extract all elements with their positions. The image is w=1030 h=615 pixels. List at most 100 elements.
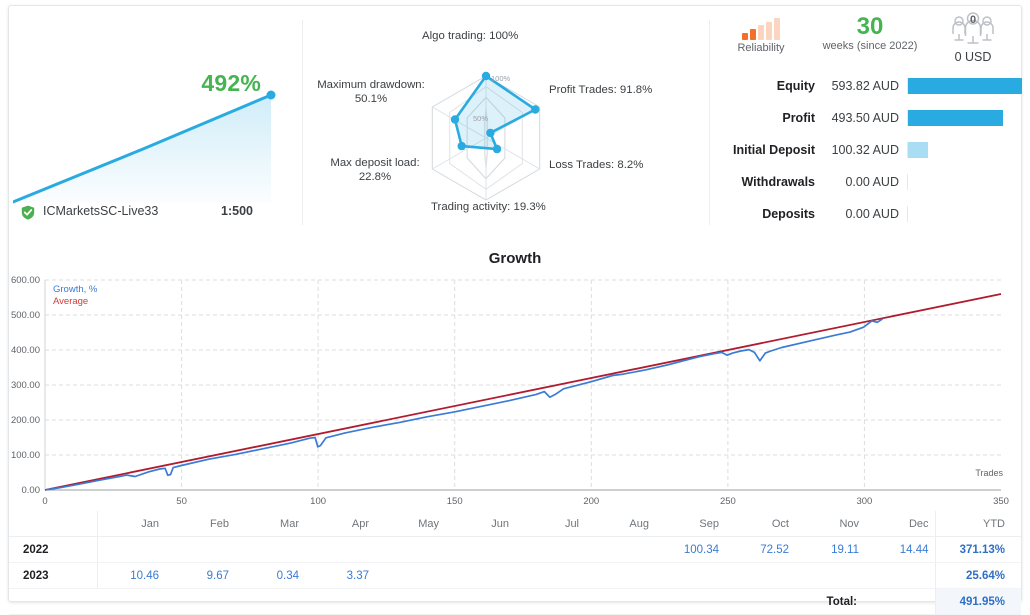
col-header-jan: Jan [97,511,165,537]
radar-ring-outer-label: 100% [491,74,511,83]
cell-apr [305,537,375,563]
total-value: 491.95% [935,589,1021,615]
balance-stats-list: Equity 593.82 AUD Profit 493.50 AUD Init… [711,78,1021,238]
col-header-jun: Jun [445,511,515,537]
chart-legend: Growth, % Average [53,284,97,308]
cell-jul [515,537,585,563]
broker-name: ICMarketsSC-Live33 [43,204,158,218]
col-header-year [9,511,97,537]
stat-row-profit: Profit 493.50 AUD [711,110,1021,126]
stat-bar-track [907,174,1022,190]
growth-chart-svg: 600.00 500.00 400.00 300.00 200.00 100.0… [9,272,1021,504]
stat-bar-fill [908,78,1022,94]
x-tick-350: 350 [993,496,1009,504]
mini-growth-percent: 492% [201,70,261,97]
stat-bar-fill [908,142,928,158]
cell-nov [795,563,865,589]
reliability-label: Reliability [721,42,801,54]
cell-dec: 14.44 [865,537,935,563]
cell-jun [445,563,515,589]
stat-value: 593.82 AUD [821,79,899,93]
radar-label-algo-trading: Algo trading: 100% [422,29,518,43]
y-tick-500: 500.00 [11,310,40,321]
stat-bar-track [907,110,1022,126]
weeks-value: 30 [805,14,935,40]
col-header-dec: Dec [865,511,935,537]
growth-chart-title: Growth [9,250,1021,267]
divider-1 [302,20,303,225]
monthly-returns-table: Jan Feb Mar Apr May Jun Jul Aug Sep Oct … [9,511,1021,615]
y-tick-300: 300.00 [11,380,40,391]
legend-entry-growth: Growth, % [53,284,97,296]
cell-feb [165,537,235,563]
stat-label: Initial Deposit [711,143,815,157]
cell-jan: 10.46 [97,563,165,589]
col-header-jul: Jul [515,511,585,537]
cell-ytd: 25.64% [935,563,1021,589]
growth-chart[interactable]: 600.00 500.00 400.00 300.00 200.00 100.0… [9,272,1021,504]
cell-jan [97,537,165,563]
table-total-row: Total: 491.95% [9,589,1021,615]
row-year: 2023 [9,563,97,589]
y-tick-0: 0.00 [22,485,41,496]
stat-value: 493.50 AUD [821,111,899,125]
stat-label: Deposits [711,207,815,221]
stat-row-withdrawals: Withdrawals 0.00 AUD [711,174,1021,190]
radar-ring-mid-label: 50% [473,114,488,123]
legend-entry-average: Average [53,296,97,308]
x-tick-0: 0 [42,496,47,504]
cell-aug [585,563,655,589]
stat-value: 0.00 AUD [821,175,899,189]
stat-bar-track [907,78,1022,94]
stat-bar-track [907,142,1022,158]
cell-aug [585,537,655,563]
weeks-label: weeks (since 2022) [805,40,935,52]
reliability-indicator: Reliability [721,18,801,54]
cell-jul [515,563,585,589]
age-indicator: 30 weeks (since 2022) [805,14,935,52]
shield-check-icon [21,205,35,225]
performance-radar-chart: 100% 50% Algo trading: 100% Profit Trade… [309,8,709,236]
radar-label-max-deposit-load-line1: Max deposit load: [330,157,419,169]
kpi-row: Reliability 30 weeks (since 2022) [711,12,1021,70]
col-header-sep: Sep [655,511,725,537]
total-spacer [865,589,935,615]
mini-growth-sparkline [13,12,295,212]
x-tick-300: 300 [856,496,872,504]
stat-row-initial-deposit: Initial Deposit 100.32 AUD [711,142,1021,158]
y-tick-600: 600.00 [11,275,40,286]
cell-oct: 72.52 [725,537,795,563]
stat-row-deposits: Deposits 0.00 AUD [711,206,1021,222]
signal-dashboard: 492% ICMarketsSC-Live33 1:500 [0,0,1030,615]
table-header-row: Jan Feb Mar Apr May Jun Jul Aug Sep Oct … [9,511,1021,537]
radar-label-maximum-drawdown: Maximum drawdown: 50.1% [313,78,429,106]
radar-label-max-deposit-load-line2: 22.8% [359,171,391,183]
y-tick-200: 200.00 [11,415,40,426]
radar-label-maximum-drawdown-line1: Maximum drawdown: [317,79,425,91]
cell-ytd: 371.13% [935,537,1021,563]
cell-sep: 100.34 [655,537,725,563]
x-tick-150: 150 [447,496,463,504]
stat-label: Profit [711,111,815,125]
radar-label-max-deposit-load: Max deposit load: 22.8% [323,156,427,184]
subscribers-badge: 0 [970,14,976,26]
cell-may [375,563,445,589]
leverage-value: 1:500 [221,204,253,218]
x-tick-50: 50 [176,496,187,504]
mini-growth-card[interactable]: 492% ICMarketsSC-Live33 1:500 [13,12,295,232]
x-axis-label: Trades [975,468,1003,478]
radar-label-maximum-drawdown-line2: 50.1% [355,93,387,105]
people-group-icon: 0 [933,12,1013,46]
subscribers-value: 0 USD [933,50,1013,64]
col-header-nov: Nov [795,511,865,537]
stat-bar-fill [908,110,1003,126]
radar-label-loss-trades: Loss Trades: 8.2% [549,158,643,172]
col-header-oct: Oct [725,511,795,537]
stat-label: Equity [711,79,815,93]
col-header-aug: Aug [585,511,655,537]
y-tick-400: 400.00 [11,345,40,356]
col-header-ytd: YTD [935,511,1021,537]
cell-mar: 0.34 [235,563,305,589]
col-header-apr: Apr [305,511,375,537]
stat-row-equity: Equity 593.82 AUD [711,78,1021,94]
